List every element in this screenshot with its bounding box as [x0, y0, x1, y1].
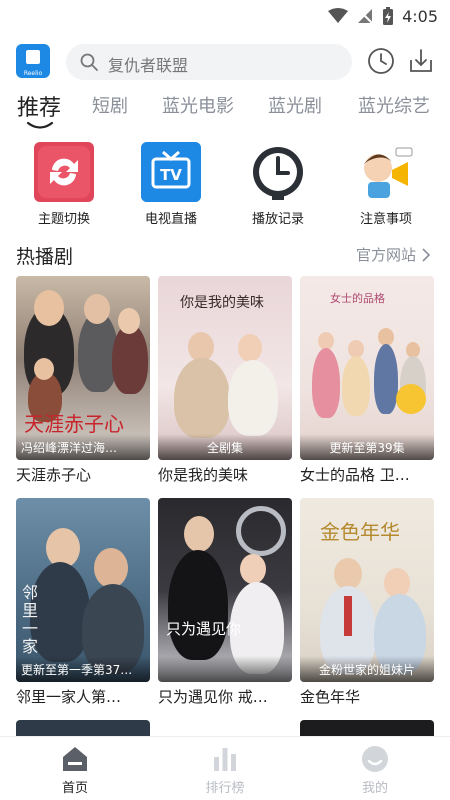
app-logo-text: Reelio: [23, 70, 43, 77]
hot-dramas-header: 热播剧 官方网站: [0, 242, 450, 272]
drama-card[interactable]: 邻里一家 更新至第一季第37… 邻里一家人第…: [16, 498, 150, 712]
download-icon: [410, 49, 432, 72]
poster-note: 金粉世家的姐妹片: [318, 663, 415, 677]
bottom-nav: 首页 排行榜 我的: [0, 736, 450, 800]
poster-note: 更新至第39集: [329, 441, 405, 455]
no-signal-icon: [357, 8, 373, 24]
poster-note: 全剧集: [206, 441, 243, 455]
search-input[interactable]: 复仇者联盟: [66, 44, 352, 80]
drama-card[interactable]: 金色年华 金粉世家的姐妹片 金色年华: [300, 498, 434, 712]
shortcut-label: 注意事项: [359, 212, 412, 227]
search-icon: [80, 53, 98, 71]
tab-short-drama[interactable]: 短剧: [92, 92, 128, 118]
status-icons: 4:05: [328, 6, 438, 26]
shortcut-label: 电视直播: [144, 212, 197, 227]
drama-title: 只为遇见你 戒…: [158, 688, 268, 706]
tab-bluray-variety[interactable]: 蓝光综艺: [358, 92, 430, 118]
drama-title: 邻里一家人第…: [16, 688, 122, 706]
home-icon: [63, 747, 87, 771]
drama-poster-partial: [300, 720, 434, 736]
history-button[interactable]: [366, 46, 396, 76]
poster-title-art: 邻里一家: [22, 583, 39, 656]
tab-bluray-drama[interactable]: 蓝光剧: [268, 92, 322, 118]
drama-card[interactable]: 天涯赤子心 冯绍峰漂洋过海… 天涯赤子心: [16, 276, 150, 490]
drama-title: 天涯赤子心: [16, 466, 92, 484]
poster-note: 更新至第一季第37…: [21, 663, 133, 677]
clock-icon: [368, 48, 394, 74]
category-tabs: 推荐 短剧 蓝光电影 蓝光剧 蓝光综艺: [0, 92, 450, 132]
poster-title-art: 金色年华: [320, 520, 400, 544]
battery-charging-icon: [383, 7, 394, 25]
header: Reelio 复仇者联盟: [0, 42, 450, 82]
official-site-link[interactable]: 官方网站: [356, 244, 430, 265]
poster-title-art: 只为遇见你: [166, 620, 242, 638]
poster-title-art: 你是我的美味: [180, 295, 264, 311]
wifi-icon: [328, 8, 349, 23]
shortcut-notice[interactable]: 注意事项: [336, 140, 436, 230]
app-logo[interactable]: Reelio: [16, 44, 50, 78]
nav-label: 排行榜: [205, 781, 245, 796]
nav-label: 我的: [361, 781, 388, 796]
drama-title: 女士的品格 卫…: [300, 466, 410, 484]
status-time: 4:05: [402, 6, 438, 26]
drama-card[interactable]: 你是我的美味 全剧集 你是我的美味: [158, 276, 292, 490]
nav-profile[interactable]: 我的: [300, 737, 450, 800]
poster-title-art: 女士的品格: [330, 292, 385, 305]
drama-poster: 女士的品格 更新至第39集: [300, 276, 434, 460]
shortcut-theme-switch[interactable]: 主题切换: [14, 140, 114, 230]
tv-live-icon: TV: [141, 142, 201, 202]
theme-switch-icon: [34, 142, 94, 202]
shortcut-tv-live[interactable]: TV 电视直播: [121, 140, 221, 230]
search-placeholder: 复仇者联盟: [108, 56, 189, 75]
official-site-label: 官方网站: [355, 246, 416, 264]
section-title: 热播剧: [16, 246, 74, 268]
nav-ranking[interactable]: 排行榜: [150, 737, 300, 800]
drama-poster: 邻里一家 更新至第一季第37…: [16, 498, 150, 682]
status-bar: 4:05: [0, 0, 450, 34]
shortcut-label: 主题切换: [37, 212, 90, 227]
tab-recommend[interactable]: 推荐: [17, 90, 61, 122]
active-tab-indicator: [26, 121, 54, 129]
drama-poster: 金色年华 金粉世家的姐妹片: [300, 498, 434, 682]
download-button[interactable]: [406, 46, 436, 76]
svg-text:TV: TV: [160, 166, 182, 184]
nav-label: 首页: [61, 781, 88, 796]
drama-title: 你是我的美味: [158, 466, 249, 484]
history-clock-icon: [248, 142, 308, 202]
poster-note: 冯绍峰漂洋过海…: [21, 441, 118, 455]
drama-poster: 你是我的美味 全剧集: [158, 276, 292, 460]
drama-poster: 只为遇见你: [158, 498, 292, 682]
chevron-right-icon: [422, 247, 430, 262]
drama-card[interactable]: 女士的品格 更新至第39集 女士的品格 卫…: [300, 276, 434, 490]
shortcut-row: 主题切换 TV 电视直播 播放记录 注意事项: [0, 140, 450, 230]
smiley-face-icon: [362, 746, 388, 772]
nav-home[interactable]: 首页: [0, 737, 150, 800]
shortcut-label: 播放记录: [251, 212, 304, 227]
tab-bluray-movie[interactable]: 蓝光电影: [162, 92, 234, 118]
poster-title-art: 天涯赤子心: [24, 412, 124, 436]
drama-title: 金色年华: [300, 688, 361, 706]
notice-megaphone-icon: [356, 142, 416, 202]
drama-poster: 天涯赤子心 冯绍峰漂洋过海…: [16, 276, 150, 460]
drama-poster-partial: [16, 720, 150, 736]
shortcut-history[interactable]: 播放记录: [228, 140, 328, 230]
bar-chart-icon: [214, 748, 236, 771]
drama-card[interactable]: 只为遇见你 只为遇见你 戒…: [158, 498, 292, 712]
